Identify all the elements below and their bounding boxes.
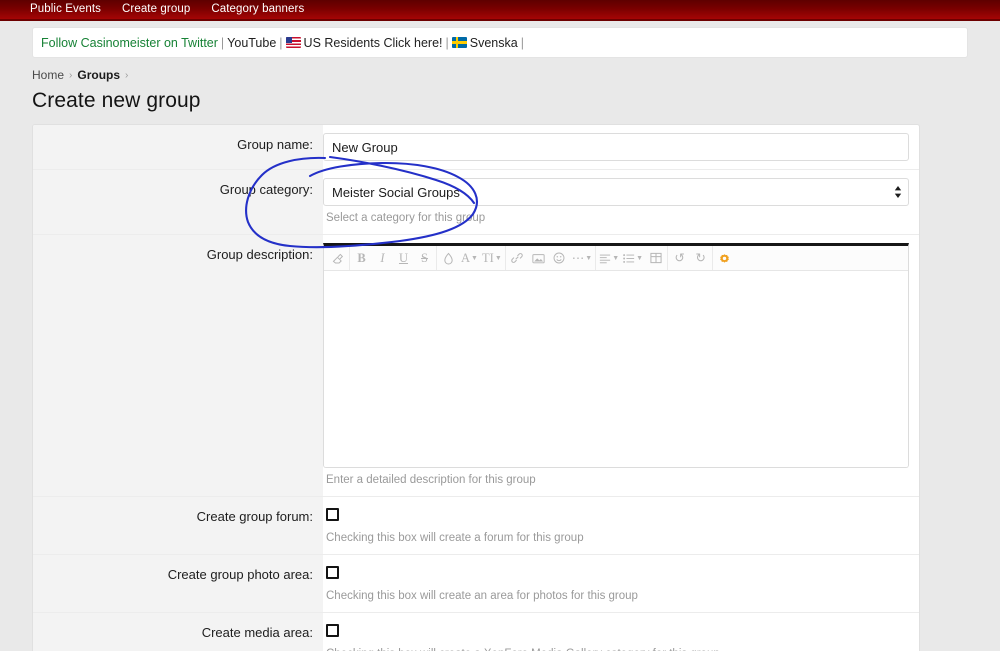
italic-icon[interactable]: I	[372, 248, 393, 269]
link-icon[interactable]	[507, 248, 528, 269]
label-group-description: Group description:	[33, 235, 323, 496]
editor-toolbar: B I U S A ▼ TI ▼ ⋯ ▼ ▼ ▼ ↺ ↻	[324, 246, 908, 271]
breadcrumb-chevron-1-icon: ›	[69, 69, 73, 81]
chevron-down-icon: ▼	[636, 254, 644, 262]
hint-group-description: Enter a detailed description for this gr…	[326, 474, 536, 486]
toolbar-group-font: A ▼ TI ▼	[437, 246, 506, 270]
twitter-link[interactable]: Follow Casinomeister on Twitter	[41, 36, 218, 50]
more-options-icon[interactable]: ⋯ ▼	[570, 248, 594, 269]
label-create-group-forum: Create group forum:	[33, 497, 323, 554]
label-create-media-area: Create media area:	[33, 613, 323, 651]
align-icon[interactable]: ▼	[597, 248, 621, 269]
page-title: Create new group	[0, 82, 1000, 124]
breadcrumb-home[interactable]: Home	[32, 68, 64, 82]
label-create-group-photo-area: Create group photo area:	[33, 555, 323, 612]
toolbar-group-insert: ⋯ ▼	[506, 246, 597, 270]
row-create-group-photo-area: Create group photo area: Checking this b…	[33, 555, 919, 613]
breadcrumb-groups[interactable]: Groups	[77, 68, 120, 82]
underline-icon[interactable]: U	[393, 248, 414, 269]
create-group-form: Group name: Group category: Meister Soci…	[32, 124, 920, 651]
notice-container: Follow Casinomeister on Twitter | YouTub…	[0, 21, 1000, 58]
font-size-label: TI	[482, 250, 494, 265]
row-group-category: Group category: Meister Social Groups Se…	[33, 170, 919, 235]
create-group-photo-area-checkbox[interactable]	[326, 566, 339, 579]
us-flag-icon	[285, 37, 301, 48]
nav-category-banners[interactable]: Category banners	[211, 0, 304, 20]
sweden-flag-icon	[451, 37, 467, 48]
row-group-name: Group name:	[33, 125, 919, 170]
create-group-forum-checkbox[interactable]	[326, 508, 339, 521]
chevron-down-icon: ▼	[494, 253, 502, 262]
field-create-group-photo-area: Checking this box will create an area fo…	[323, 555, 919, 612]
site-notice: Follow Casinomeister on Twitter | YouTub…	[32, 27, 968, 58]
field-group-description: B I U S A ▼ TI ▼ ⋯ ▼ ▼ ▼ ↺ ↻ Enter a det…	[323, 235, 919, 496]
remove-formatting-icon[interactable]	[327, 248, 348, 269]
group-category-select[interactable]: Meister Social Groups	[323, 178, 909, 206]
undo-icon[interactable]: ↺	[669, 248, 690, 269]
strikethrough-icon[interactable]: S	[414, 248, 435, 269]
row-group-description: Group description: B I U S A ▼ TI ▼ ⋯ ▼ …	[33, 235, 919, 497]
notice-separator-4: |	[520, 35, 524, 50]
group-name-input[interactable]	[323, 133, 909, 161]
toolbar-group-settings	[713, 246, 736, 270]
font-family-label: A	[461, 250, 471, 265]
image-icon[interactable]	[528, 248, 549, 269]
us-residents-link[interactable]: US Residents Click here!	[304, 36, 443, 50]
label-group-name: Group name:	[33, 125, 323, 169]
toolbar-group-blocks: ▼ ▼	[596, 246, 669, 270]
text-color-icon[interactable]	[438, 248, 459, 269]
toolbar-group-history: ↺ ↻	[668, 246, 714, 270]
font-size-icon[interactable]: TI ▼	[480, 248, 504, 269]
rich-text-editor: B I U S A ▼ TI ▼ ⋯ ▼ ▼ ▼ ↺ ↻	[323, 243, 909, 468]
nav-public-events[interactable]: Public Events	[30, 0, 101, 20]
list-icon[interactable]: ▼	[621, 248, 645, 269]
youtube-link[interactable]: YouTube	[227, 36, 276, 50]
emoji-icon[interactable]	[549, 248, 570, 269]
top-navigation-bar: Public Events Create group Category bann…	[0, 0, 1000, 21]
field-group-name	[323, 125, 919, 169]
editor-content-area[interactable]	[324, 271, 908, 467]
field-create-media-area: Checking this box will create a XenForo …	[323, 613, 919, 651]
toolbar-group-clear	[326, 246, 350, 270]
create-media-area-checkbox[interactable]	[326, 624, 339, 637]
svenska-link[interactable]: Svenska	[470, 36, 518, 50]
chevron-down-icon: ▼	[471, 253, 478, 262]
chevron-down-icon: ▼	[585, 254, 593, 262]
hint-create-group-forum: Checking this box will create a forum fo…	[326, 532, 584, 544]
nav-create-group[interactable]: Create group	[122, 0, 190, 20]
group-category-select-wrap: Meister Social Groups	[323, 178, 909, 206]
font-family-icon[interactable]: A ▼	[459, 248, 480, 269]
toolbar-group-basic: B I U S	[350, 246, 437, 270]
chevron-down-icon: ▼	[612, 254, 620, 262]
more-dots-label: ⋯	[571, 250, 585, 265]
field-create-group-forum: Checking this box will create a forum fo…	[323, 497, 919, 554]
row-create-media-area: Create media area: Checking this box wil…	[33, 613, 919, 651]
breadcrumb-chevron-2-icon: ›	[125, 69, 129, 81]
editor-settings-gear-icon[interactable]	[714, 248, 735, 269]
table-icon[interactable]	[645, 248, 666, 269]
hint-group-category: Select a category for this group	[326, 212, 486, 224]
notice-separator-1: |	[220, 35, 225, 50]
notice-separator-2: |	[279, 35, 283, 50]
hint-create-media-area: Checking this box will create a XenForo …	[323, 642, 909, 651]
redo-icon[interactable]: ↻	[690, 248, 711, 269]
breadcrumb: Home › Groups ›	[0, 58, 1000, 82]
label-group-category: Group category:	[33, 170, 323, 234]
field-group-category: Meister Social Groups Select a category …	[323, 170, 919, 234]
bold-icon[interactable]: B	[351, 248, 372, 269]
notice-separator-3: |	[445, 35, 449, 50]
hint-create-group-photo-area: Checking this box will create an area fo…	[326, 590, 638, 602]
row-create-group-forum: Create group forum: Checking this box wi…	[33, 497, 919, 555]
